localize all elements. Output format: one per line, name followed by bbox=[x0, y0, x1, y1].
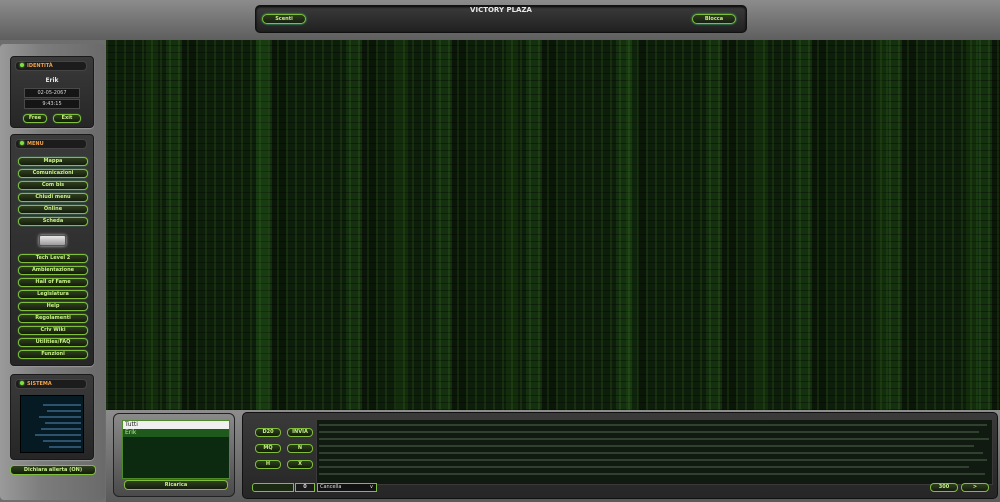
identity-panel: IDENTITÀ Erik 02-05-2067 9:43:15 Free Ex… bbox=[10, 56, 94, 128]
system-header-label: SISTEMA bbox=[27, 381, 52, 387]
menu-item-ambientazione[interactable]: Ambientazione bbox=[18, 266, 88, 275]
game-date: 02-05-2067 bbox=[24, 88, 80, 98]
free-button[interactable]: Free bbox=[23, 114, 47, 123]
blocca-button[interactable]: Blocca bbox=[692, 14, 736, 24]
reload-button[interactable]: Ricarica bbox=[124, 480, 228, 490]
status-led-icon bbox=[20, 63, 24, 67]
system-log-line bbox=[49, 446, 81, 448]
alert-toggle-button[interactable]: Dichiara allerta (ON) bbox=[10, 465, 96, 475]
n-button[interactable]: N bbox=[287, 444, 313, 453]
chat-log-line bbox=[319, 445, 974, 447]
menu-item-funzioni[interactable]: Funzioni bbox=[18, 350, 88, 359]
system-log-line bbox=[47, 410, 81, 412]
next-button[interactable]: > bbox=[961, 483, 989, 492]
system-log-line bbox=[35, 434, 81, 436]
x-button[interactable]: X bbox=[287, 460, 313, 469]
chevron-down-icon: v bbox=[370, 484, 373, 490]
menu-item-online[interactable]: Online bbox=[18, 205, 88, 214]
chat-log-line bbox=[319, 424, 987, 426]
system-log-line bbox=[39, 416, 81, 418]
menu-item-comunicazioni[interactable]: Comunicazioni bbox=[18, 169, 88, 178]
matrix-column bbox=[396, 40, 408, 410]
chat-log-line bbox=[319, 438, 989, 440]
menu-panel: MENU Mappa Comunicazioni Com bis Chiudi … bbox=[10, 134, 94, 366]
main-scene-area[interactable] bbox=[106, 40, 1000, 410]
menu-item-help[interactable]: Help bbox=[18, 302, 88, 311]
menu-item-chiudi-menu[interactable]: Chiudi menu bbox=[18, 193, 88, 202]
location-title: VICTORY PLAZA bbox=[470, 6, 532, 14]
user-list[interactable]: Tutti Erik bbox=[122, 420, 230, 479]
limit-button[interactable]: 300 bbox=[930, 483, 958, 492]
chat-log-line bbox=[319, 452, 983, 454]
menu-item-utilities-faq[interactable]: Utilities/FAQ bbox=[18, 338, 88, 347]
menu-item-tech-level[interactable]: Tech Level 2 bbox=[18, 254, 88, 263]
matrix-column bbox=[506, 40, 518, 410]
menu-item-com-bis[interactable]: Com bis bbox=[18, 181, 88, 190]
menu-header-label: MENU bbox=[27, 141, 44, 147]
exit-button[interactable]: Exit bbox=[53, 114, 81, 123]
action-select[interactable]: Cancella v bbox=[317, 483, 377, 492]
chat-log-line bbox=[319, 431, 979, 433]
system-monitor-screen bbox=[20, 395, 84, 453]
menu-item-scheda[interactable]: Scheda bbox=[18, 217, 88, 226]
chat-log-line bbox=[319, 466, 969, 468]
matrix-column bbox=[966, 40, 978, 410]
user-list-item[interactable]: Erik bbox=[123, 429, 229, 437]
users-panel: Tutti Erik Ricarica bbox=[113, 413, 235, 497]
menu-item-criv-wiki[interactable]: Criv Wiki bbox=[18, 326, 88, 335]
char-counter: 0 bbox=[295, 483, 315, 492]
mq-button[interactable]: MQ bbox=[255, 444, 281, 453]
menu-header: MENU bbox=[15, 139, 87, 149]
status-led-icon bbox=[20, 141, 24, 145]
chat-log-line bbox=[319, 473, 985, 475]
menu-item-hall-of-fame[interactable]: Hall of Fame bbox=[18, 278, 88, 287]
send-button[interactable]: INVIA bbox=[287, 428, 313, 437]
chat-log[interactable] bbox=[316, 419, 993, 485]
status-led-icon bbox=[20, 381, 24, 385]
top-bar: Scenti VICTORY PLAZA Blocca bbox=[255, 5, 747, 33]
chat-log-line bbox=[319, 459, 987, 461]
identity-header-label: IDENTITÀ bbox=[27, 63, 53, 69]
menu-item-mappa[interactable]: Mappa bbox=[18, 157, 88, 166]
user-list-item[interactable]: Tutti bbox=[123, 421, 229, 429]
matrix-column bbox=[876, 40, 888, 410]
system-panel: SISTEMA bbox=[10, 374, 94, 460]
matrix-column bbox=[146, 40, 158, 410]
game-time: 9:43:15 bbox=[24, 99, 80, 109]
sidebar: IDENTITÀ Erik 02-05-2067 9:43:15 Free Ex… bbox=[0, 44, 105, 500]
system-log-line bbox=[45, 422, 81, 424]
system-log-line bbox=[43, 440, 81, 442]
menu-item-regolamenti[interactable]: Regolamenti bbox=[18, 314, 88, 323]
action-select-value: Cancella bbox=[320, 484, 342, 490]
system-log-line bbox=[43, 404, 81, 406]
h-button[interactable]: H bbox=[255, 460, 281, 469]
character-name: Erik bbox=[45, 77, 59, 84]
chat-panel: D20 INVIA MQ N H X 0 Cancella v 300 > bbox=[242, 412, 998, 499]
system-log-line bbox=[41, 428, 81, 430]
matrix-column bbox=[256, 40, 268, 410]
matrix-column bbox=[626, 40, 638, 410]
chat-input[interactable] bbox=[252, 483, 294, 492]
system-header: SISTEMA bbox=[15, 379, 87, 389]
scheda-toggle-widget[interactable] bbox=[39, 235, 66, 246]
identity-header: IDENTITÀ bbox=[15, 61, 87, 71]
matrix-column bbox=[756, 40, 768, 410]
d20-button[interactable]: D20 bbox=[255, 428, 281, 437]
menu-item-legislatura[interactable]: Legislatura bbox=[18, 290, 88, 299]
